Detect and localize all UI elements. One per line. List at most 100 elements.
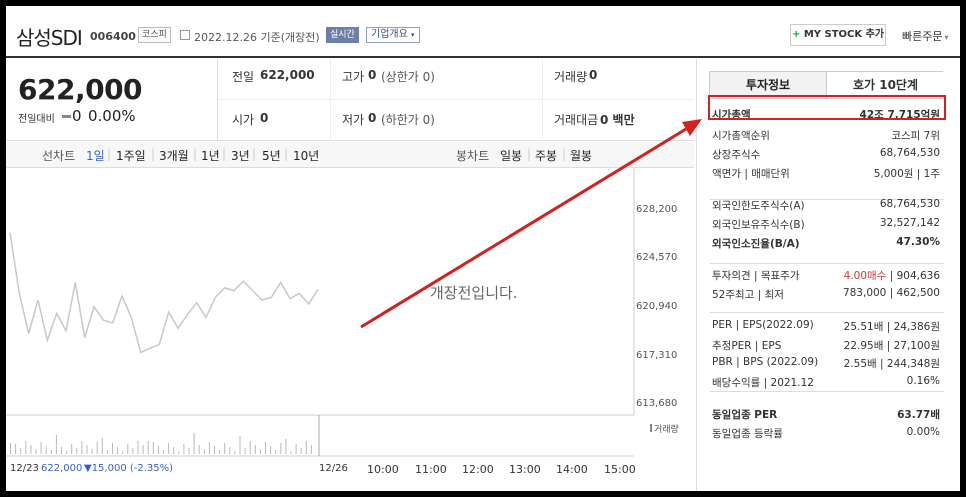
y-tick-label: 617,310 [636,350,678,361]
volume-bar [285,439,287,454]
stock-header: 삼성SDI 006400 코스피 2022.12.26 기준(개장전) 실시간 … [6,6,960,58]
volume-bar [224,443,226,454]
y-tick-label: 624,570 [636,252,678,263]
period-tab[interactable]: 1주일 [116,147,146,164]
info-row: 동일업종 등락률 0.00% [712,426,940,442]
row-label: 상장주식수 [712,149,761,161]
volume-bar [234,451,236,454]
volume-bar [310,445,312,454]
volume-bar [71,444,73,454]
volume-bar [178,451,180,454]
row-label: 추정PER | EPS [712,340,782,352]
open-value: 0 [260,111,269,125]
volume-label: 거래량 [554,70,588,84]
volume-bar [81,441,83,454]
volume-bar [219,450,221,454]
info-row: 외국인소진율(B/A) 47.30% [712,236,940,252]
volume-bar [244,448,246,454]
high-label: 고가 [342,70,365,84]
candle-tab[interactable]: 월봉 [570,147,592,164]
volume-bar [163,450,164,454]
row-label: 액면가 | 매매단위 [712,168,790,180]
realtime-button[interactable]: 실시간 [326,27,359,43]
volume-bar [132,448,134,454]
mystock-label: MY STOCK 추가 [803,29,885,40]
volume-bar [61,447,62,454]
volume-bar [30,445,32,454]
company-info-dropdown[interactable]: 기업개요 ▾ [366,27,420,43]
x-tick-label: 13:00 [509,463,541,476]
x-tick-label: 14:00 [556,463,588,476]
period-tab[interactable]: 5년 [262,147,281,164]
flat-icon [62,115,71,118]
stock-name: 삼성SDI [16,26,83,50]
period-tab[interactable]: 1일 [86,147,105,164]
line-chart-label: 선차트 [42,149,76,163]
volume-bar [127,444,129,454]
volume-bar [198,445,200,454]
volume-bar [35,449,37,454]
period-tab[interactable]: 3년 [231,147,250,164]
period-tab[interactable]: 3개월 [159,147,189,164]
market-cap-highlight-box [708,95,946,120]
price-chart[interactable]: 개장전입니다. 거래량 628,200 624,570 620,940 617,… [6,168,694,491]
volume-bar [173,447,175,454]
volume-bar [168,443,170,454]
volume-bar [101,438,103,454]
volume-bar [259,449,261,454]
row-value: 2.55배 | 244,348원 [843,358,940,370]
volume-bar [122,451,124,454]
change-percent: 0.00% [88,107,136,125]
volume-bar [112,443,113,454]
period-tab[interactable]: 1년 [201,147,220,164]
volume-bar [91,449,93,454]
footer-change: ▼15,000 (-2.35%) [84,463,174,474]
opinion-value: 4.00매수 [843,270,887,282]
candle-tab[interactable]: 일봉 [500,147,522,164]
row-value: 0.00% [906,426,940,438]
target-price-value: 904,636 [896,270,940,282]
quick-order-button[interactable]: 빠른주문 [902,28,949,44]
row-label: PBR | BPS (2022.09) [712,356,819,368]
period-tab[interactable]: 10년 [293,147,319,164]
amount-value: 0 백만 [600,113,635,127]
price-chart-svg [6,168,635,457]
volume-bar [66,451,68,454]
change-label: 전일대비 [18,114,55,125]
row-label: 시가총액순위 [712,130,770,142]
row-value: 47.30% [896,236,940,248]
volume-bar [147,441,149,454]
volume-bar [152,442,154,454]
price-series-line [9,232,319,354]
row-label: 동일업종 PER [712,409,778,421]
volume-value: 0 [589,68,598,82]
volume-bar [10,443,11,454]
info-row: 외국인한도주식수(A) 68,764,530 [712,198,940,214]
mystock-add-button[interactable]: + MY STOCK 추가 [790,24,886,46]
row-label: PER | EPS(2022.09) [712,319,814,331]
y-tick-label: 613,680 [636,398,678,409]
chevron-down-icon: ▾ [411,31,415,39]
info-row: 배당수익률 | 2021.12 0.16% [712,375,940,391]
info-row: PER | EPS(2022.09) 25.51배 | 24,386원 [712,319,940,335]
upper-limit: (상한가 0) [381,70,435,84]
volume-bar [229,447,231,454]
volume-bar [305,441,307,454]
plus-icon: + [791,29,804,40]
volume-bar [290,451,292,454]
volume-bar [15,444,17,454]
prev-close-value: 622,000 [260,68,315,82]
lower-limit: (하한가 0) [381,113,435,127]
x-tick-label: 12/26 [319,463,348,474]
row-value: 0.16% [906,375,940,387]
volume-bar [183,444,185,454]
info-row: 상장주식수 68,764,530 [712,147,940,163]
row-value: 22.95배 | 27,100원 [843,340,940,352]
row-label: 동일업종 등락률 [712,428,783,440]
candle-chart-label: 봉차트 [456,149,490,163]
company-info-label: 기업개요 [371,29,408,40]
open-label: 시가 [232,113,255,127]
volume-bar [96,442,98,454]
volume-bar [300,448,302,454]
candle-tab[interactable]: 주봉 [535,147,557,164]
